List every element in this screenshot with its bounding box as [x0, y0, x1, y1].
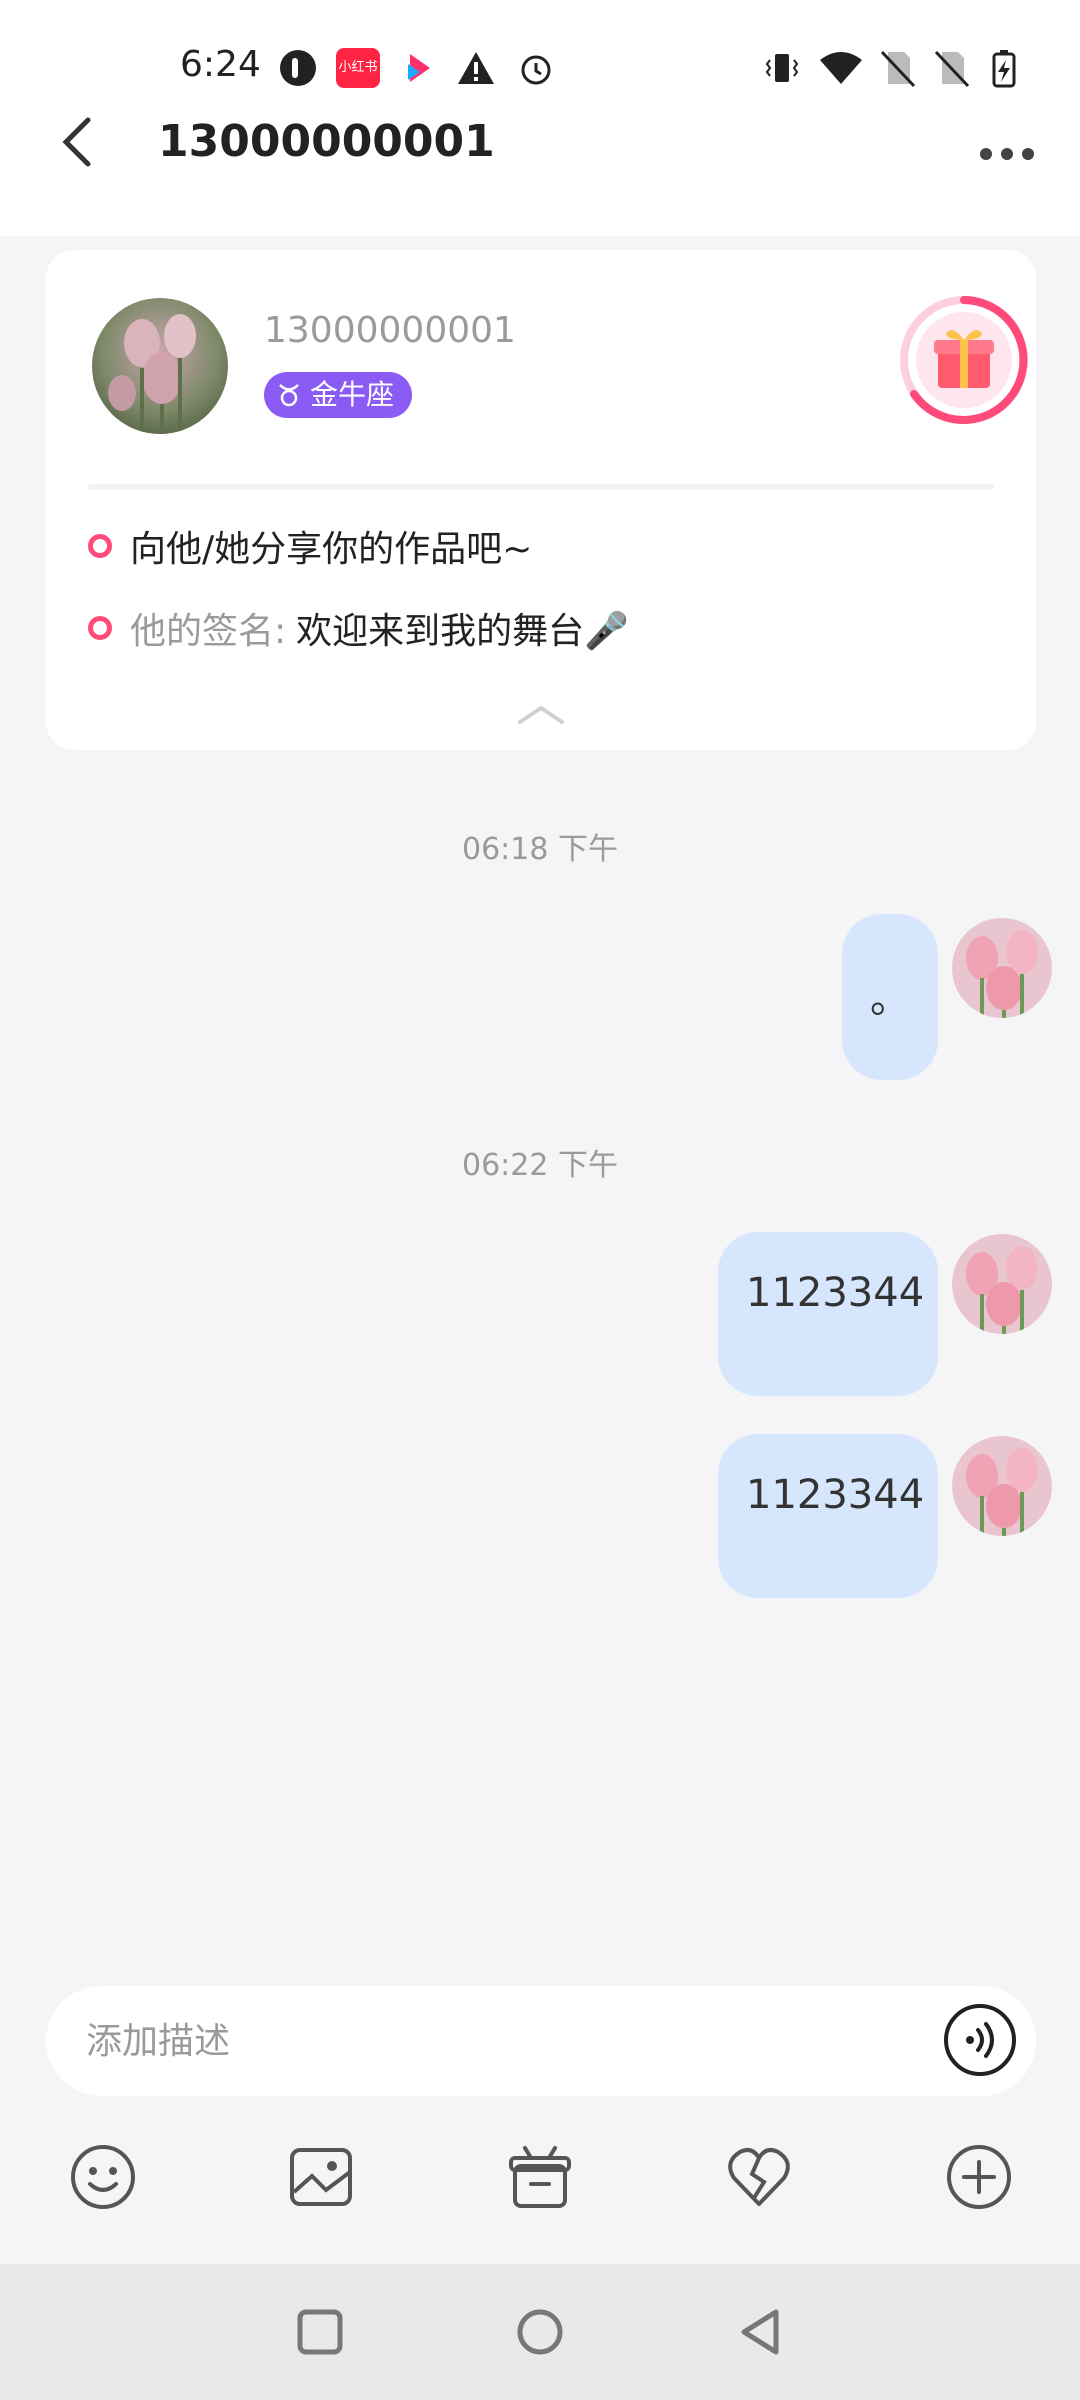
no-sim-2-icon: [934, 50, 970, 88]
zodiac-badge: 金牛座: [264, 372, 413, 418]
page-title: 13000000001: [158, 116, 495, 167]
video-app-icon: [408, 54, 430, 82]
back-triangle-icon[interactable]: [730, 2302, 790, 2362]
message-timestamp: 06:22 下午: [462, 1148, 618, 1183]
input-area: [0, 1960, 1080, 2270]
message-bubble[interactable]: 1123344: [718, 1434, 938, 1598]
recents-square-icon[interactable]: [290, 2302, 350, 2362]
share-prompt-row[interactable]: 向他/她分享你的作品吧~: [88, 518, 532, 574]
vibrate-icon: [765, 54, 799, 82]
bullet-dot: [88, 534, 112, 558]
chevron-up-icon[interactable]: [516, 702, 566, 726]
signature-label: 他的签名:: [130, 611, 287, 652]
home-circle-icon[interactable]: [510, 2302, 570, 2362]
system-nav-bar: [0, 2264, 1080, 2400]
bullet-dot: [88, 616, 112, 640]
profile-name: 13000000001: [264, 310, 516, 351]
no-sim-icon: [880, 50, 916, 88]
message-timestamp: 06:18 下午: [462, 832, 618, 867]
gift-box-icon[interactable]: [505, 2142, 575, 2212]
contact-avatar[interactable]: [92, 298, 228, 434]
message-bubble[interactable]: 1123344: [718, 1232, 938, 1396]
emoji-icon[interactable]: [68, 2142, 138, 2212]
message-bubble[interactable]: 。: [842, 914, 938, 1080]
xiaohongshu-app-icon: 小红书: [336, 48, 380, 88]
image-icon[interactable]: [286, 2142, 356, 2212]
alarm-icon: [521, 55, 551, 85]
app-notification-icon: [280, 50, 316, 86]
share-prompt-text: 向他/她分享你的作品吧~: [130, 529, 533, 570]
wifi-icon: [820, 52, 862, 84]
profile-card: 13000000001 金牛座 向他/她分享你的作品吧~ 他的签名: 欢迎来到我…: [46, 250, 1036, 750]
zodiac-label: 金牛座: [310, 378, 395, 411]
chat-header: 13000000001: [0, 96, 1080, 236]
chat-screen: 6:24 小红书 13000000001 13000000001 金牛座 向他/…: [0, 0, 1080, 2400]
my-avatar[interactable]: [952, 1436, 1052, 1536]
gift-icon[interactable]: [898, 294, 1030, 426]
back-arrow-icon[interactable]: [52, 112, 102, 172]
card-divider: [88, 484, 994, 490]
message-input[interactable]: [46, 1986, 1036, 2096]
battery-charging-icon: [992, 50, 1016, 88]
my-avatar[interactable]: [952, 918, 1052, 1018]
broken-heart-icon[interactable]: [724, 2142, 794, 2212]
voice-input-icon[interactable]: [942, 2002, 1018, 2078]
taurus-icon: [279, 384, 299, 407]
status-time: 6:24: [180, 44, 261, 85]
my-avatar[interactable]: [952, 1234, 1052, 1334]
more-options-icon[interactable]: [972, 112, 1042, 172]
warning-icon: [458, 52, 494, 84]
plus-icon[interactable]: [944, 2142, 1014, 2212]
signature-text: 欢迎来到我的舞台🎤: [296, 611, 629, 652]
app-badge-label: 小红书: [338, 60, 378, 75]
signature-row: 他的签名: 欢迎来到我的舞台🎤: [88, 600, 629, 656]
